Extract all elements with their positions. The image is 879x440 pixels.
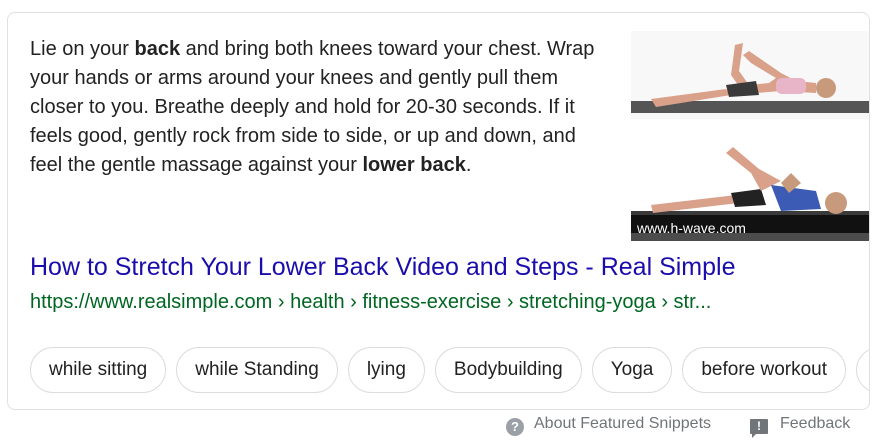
bold-back: back (134, 38, 181, 60)
stretch-illustration (631, 23, 869, 241)
about-featured-snippets[interactable]: ? About Featured Snippets (506, 413, 711, 436)
result-url: https://www.realsimple.com › health › fi… (30, 291, 712, 313)
chip-before-workout[interactable]: before workout (682, 347, 847, 393)
featured-snippet-card: Lie on your back and bring both knees to… (7, 12, 870, 410)
chip-yoga[interactable]: Yoga (591, 347, 673, 393)
chip-lying[interactable]: lying (347, 347, 425, 393)
about-label: About Featured Snippets (534, 415, 712, 432)
feedback-link[interactable]: ! Feedback (750, 413, 851, 438)
image-attribution[interactable]: www.h-wave.com (631, 215, 869, 241)
snippet-image[interactable]: www.h-wave.com (631, 23, 869, 241)
feedback-label: Feedback (780, 415, 851, 432)
chip-bodybuilding[interactable]: Bodybuilding (434, 347, 582, 393)
chip-truncated[interactable]: G (856, 347, 869, 393)
result-title-link[interactable]: How to Stretch Your Lower Back Video and… (30, 251, 735, 283)
snippet-text: Lie on your back and bring both knees to… (30, 38, 595, 176)
help-icon: ? (506, 418, 524, 436)
feedback-icon: ! (750, 419, 768, 438)
related-chips: while sitting while Standing lying Bodybuil… (30, 347, 869, 395)
chip-while-sitting[interactable]: while sitting (30, 347, 167, 393)
bold-lower-back: lower back (362, 154, 466, 176)
chip-while-standing[interactable]: while Standing (176, 347, 338, 393)
